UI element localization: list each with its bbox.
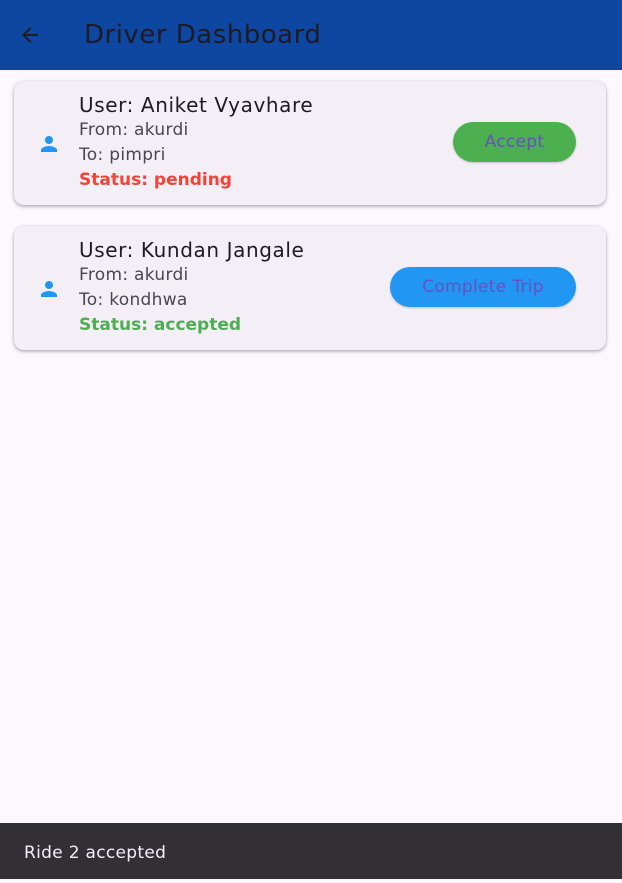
ride-to: To: pimpri — [79, 145, 166, 165]
app-bar: Driver Dashboard — [0, 0, 622, 70]
ride-status: Status: pending — [79, 170, 232, 190]
back-button[interactable] — [12, 17, 48, 53]
snackbar-message: Ride 2 accepted — [24, 843, 167, 863]
ride-user: User: Kundan Jangale — [79, 238, 305, 262]
ride-info: User: Aniket Vyavhare From: akurdi To: p… — [79, 93, 313, 193]
ride-user: User: Aniket Vyavhare — [79, 93, 314, 117]
person-icon — [41, 281, 57, 297]
ride-from: From: akurdi — [79, 120, 189, 140]
accept-button[interactable]: Accept — [453, 122, 576, 162]
complete-trip-button[interactable]: Complete Trip — [390, 267, 576, 307]
ride-to: To: kondhwa — [79, 290, 188, 310]
ride-from: From: akurdi — [79, 265, 189, 285]
arrow-back-icon — [22, 27, 38, 43]
ride-status: Status: accepted — [79, 315, 242, 335]
snackbar: Ride 2 accepted — [0, 823, 622, 879]
person-icon — [41, 136, 57, 152]
ride-card: User: Kundan Jangale From: akurdi To: ko… — [14, 226, 606, 350]
ride-info: User: Kundan Jangale From: akurdi To: ko… — [79, 238, 304, 338]
page-title: Driver Dashboard — [84, 20, 322, 50]
ride-card: User: Aniket Vyavhare From: akurdi To: p… — [14, 81, 606, 205]
